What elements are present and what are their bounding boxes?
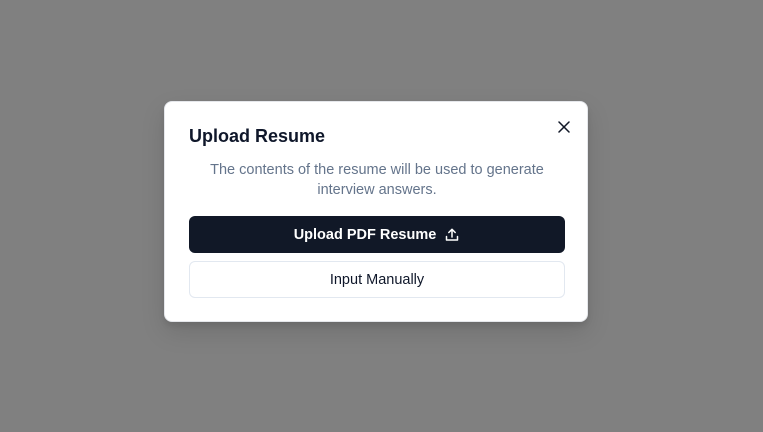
upload-pdf-resume-button[interactable]: Upload PDF Resume <box>189 216 565 253</box>
manual-button-label: Input Manually <box>329 271 425 288</box>
input-manually-button[interactable]: Input Manually <box>189 261 565 298</box>
upload-button-label: Upload PDF Resume <box>293 226 437 243</box>
dialog-description: The contents of the resume will be used … <box>210 162 544 198</box>
close-button[interactable] <box>553 116 575 138</box>
upload-icon <box>444 227 460 243</box>
upload-resume-dialog: Upload Resume The contents of the resume… <box>164 101 588 322</box>
dialog-title: Upload Resume <box>189 126 326 146</box>
close-icon <box>557 120 571 134</box>
